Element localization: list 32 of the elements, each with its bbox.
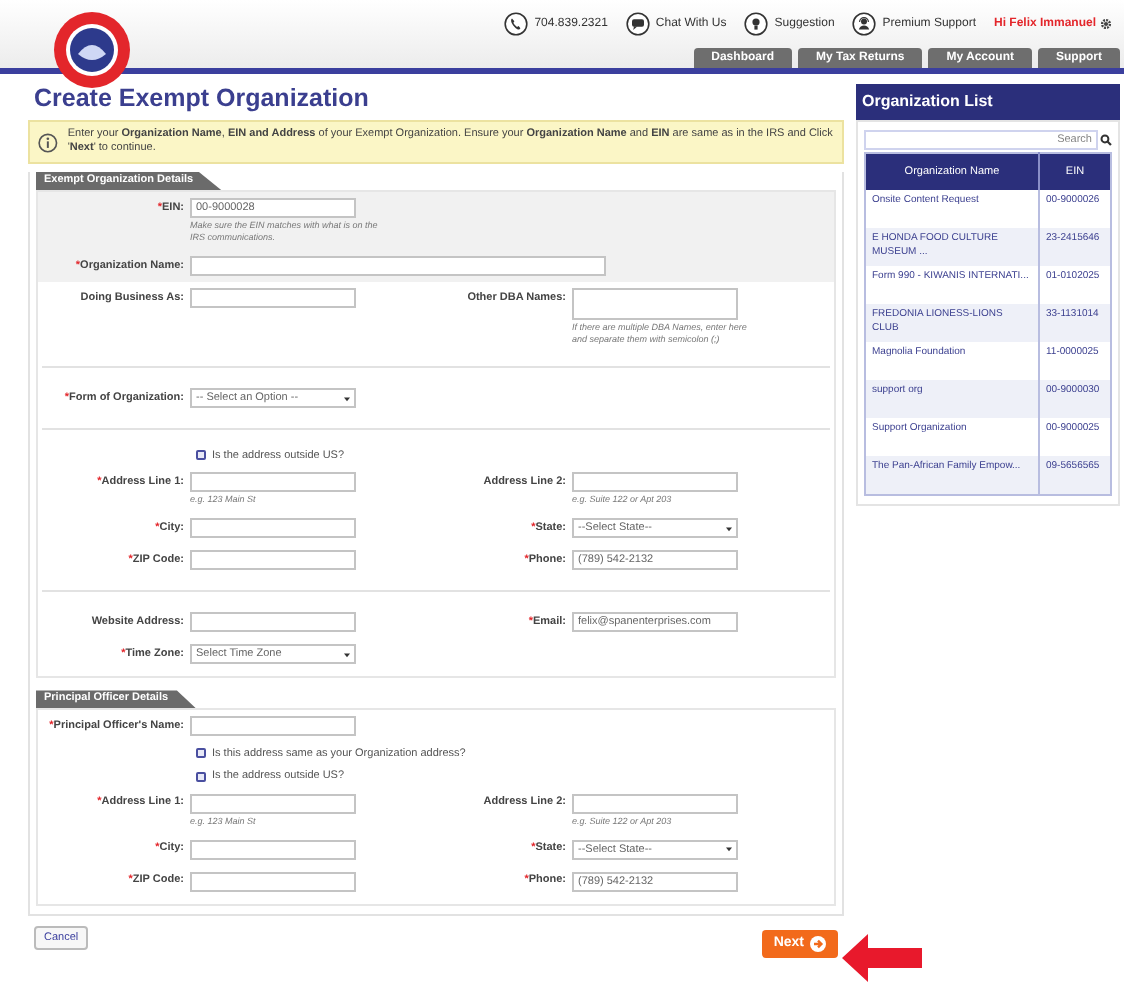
checkbox[interactable]: [196, 450, 206, 461]
text-field[interactable]: [190, 550, 356, 571]
text-field[interactable]: [572, 472, 738, 493]
caret-icon: [344, 651, 350, 658]
checkbox[interactable]: [196, 748, 206, 759]
text-field[interactable]: [190, 256, 606, 276]
text-field[interactable]: [190, 839, 356, 860]
checkbox[interactable]: [196, 771, 206, 782]
text-field[interactable]: [190, 518, 356, 539]
text-field[interactable]: [572, 793, 738, 814]
chat-bubble-icon: [625, 12, 650, 36]
lightbulb-icon: [744, 12, 769, 36]
phone-icon: [504, 12, 529, 36]
panel-title: Organization List: [856, 84, 1120, 120]
text-field[interactable]: [190, 716, 356, 737]
caret-icon: [344, 395, 350, 401]
settings-icon[interactable]: [1100, 18, 1112, 30]
page-title: Create Exempt Organization: [32, 82, 371, 114]
text-field[interactable]: [190, 871, 356, 892]
info-icon: [38, 131, 58, 153]
search-icon: [1100, 134, 1112, 146]
text-area[interactable]: [572, 288, 738, 320]
pointer-arrow-icon: [842, 932, 922, 984]
headset-person-icon: [852, 12, 877, 36]
text-field[interactable]: [190, 288, 356, 308]
text-field[interactable]: [190, 612, 356, 633]
arrow-right-icon: [810, 936, 826, 952]
text-field[interactable]: [190, 793, 356, 814]
caret-icon: [726, 525, 732, 532]
caret-icon: [726, 846, 732, 853]
text-field[interactable]: [190, 472, 356, 493]
logo-icon[interactable]: [52, 10, 132, 90]
